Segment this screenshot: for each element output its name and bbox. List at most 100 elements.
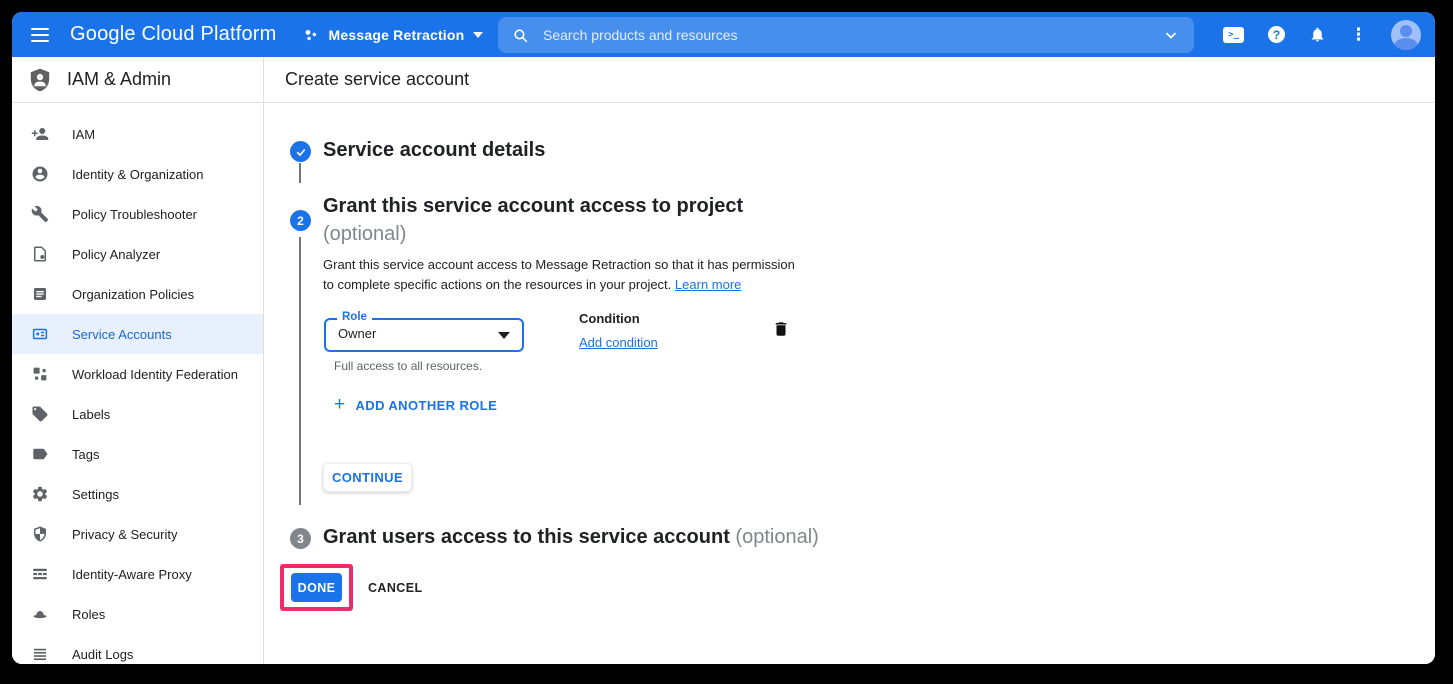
proxy-stripes-icon [31, 565, 49, 583]
condition-label: Condition [579, 311, 640, 326]
step3-title: Grant users access to this service accou… [323, 526, 819, 549]
browser-viewport: Google Cloud Platform Message Retraction [12, 12, 1435, 664]
sidebar-item-label: Identity & Organization [72, 167, 204, 182]
gcp-top-bar: Google Cloud Platform Message Retraction [12, 12, 1435, 57]
sidebar-item-tags[interactable]: Tags [12, 434, 263, 474]
sidebar-item-label: Workload Identity Federation [72, 367, 238, 382]
workload-identity-icon [31, 365, 49, 383]
step1-check-circle-icon [290, 141, 311, 162]
top-bar-actions: >_ ? ⋮ [1223, 12, 1421, 57]
service-account-icon [31, 325, 49, 343]
sidebar-nav: IAM Identity & Organization Policy Troub… [12, 103, 263, 664]
sidebar-item-roles[interactable]: Roles [12, 594, 263, 634]
page-title: Create service account [264, 57, 1435, 103]
step3-number: 3 [297, 532, 304, 546]
step2-description: Grant this service account access to Mes… [323, 255, 795, 295]
chevron-down-icon [473, 32, 483, 38]
sidebar-title: IAM & Admin [67, 69, 171, 90]
chevron-down-icon[interactable] [1162, 26, 1180, 44]
sidebar-item-label: Audit Logs [72, 647, 133, 662]
sidebar-item-service-accounts[interactable]: Service Accounts [12, 314, 263, 354]
sidebar-item-label: Policy Troubleshooter [72, 207, 197, 222]
step2-optional-label: (optional) [323, 223, 406, 246]
sidebar-item-label: Organization Policies [72, 287, 194, 302]
gcp-logo[interactable]: Google Cloud Platform [70, 23, 277, 46]
step2-number-circle: 2 [290, 210, 311, 231]
role-select[interactable]: Role Owner [324, 318, 524, 352]
search-icon [512, 27, 529, 44]
role-field-label: Role [337, 311, 372, 323]
cancel-button[interactable]: CANCEL [368, 575, 422, 601]
create-service-account-form: Service account details 2 Grant this ser… [264, 103, 1435, 664]
list-lines-icon [31, 645, 49, 663]
sidebar-item-organization-policies[interactable]: Organization Policies [12, 274, 263, 314]
person-circle-icon [31, 165, 49, 183]
plus-icon: + [334, 395, 346, 414]
sidebar-item-label: IAM [72, 127, 95, 142]
label-tag-icon [31, 405, 49, 423]
done-button[interactable]: DONE [291, 573, 342, 602]
avatar[interactable] [1391, 20, 1421, 50]
sidebar: IAM & Admin IAM Identity & Organization [12, 57, 264, 664]
project-name: Message Retraction [329, 27, 465, 43]
sidebar-item-label: Service Accounts [72, 327, 172, 342]
gear-icon [31, 485, 49, 503]
menu-icon[interactable] [28, 23, 52, 47]
help-icon[interactable]: ? [1268, 26, 1285, 43]
add-condition-link[interactable]: Add condition [579, 335, 658, 350]
wrench-icon [31, 205, 49, 223]
continue-button[interactable]: CONTINUE [323, 463, 412, 492]
description-line2: to complete specific actions on the reso… [323, 277, 671, 292]
stepper-connector [299, 163, 301, 183]
annotation-highlight-box: DONE [280, 564, 353, 611]
tag-arrow-icon [31, 445, 49, 463]
sidebar-item-audit-logs[interactable]: Audit Logs [12, 634, 263, 664]
cloud-shell-icon[interactable]: >_ [1223, 27, 1244, 43]
shield-icon [31, 525, 49, 543]
sidebar-item-labels[interactable]: Labels [12, 394, 263, 434]
step1-title[interactable]: Service account details [323, 139, 545, 162]
sidebar-item-label: Policy Analyzer [72, 247, 160, 262]
dropdown-arrow-icon [498, 332, 510, 339]
search-bar[interactable] [498, 17, 1194, 53]
document-lines-icon [31, 285, 49, 303]
learn-more-link[interactable]: Learn more [675, 277, 741, 292]
sidebar-item-label: Settings [72, 487, 119, 502]
app-body: IAM & Admin IAM Identity & Organization [12, 57, 1435, 664]
policy-analyzer-icon [31, 245, 49, 263]
iam-admin-icon [27, 67, 53, 93]
trash-icon[interactable] [772, 320, 790, 338]
step3-title-text: Grant users access to this service accou… [323, 526, 730, 548]
description-line1: Grant this service account access to Mes… [323, 257, 795, 272]
project-switcher-icon [303, 26, 320, 43]
stepper-connector [299, 237, 301, 505]
sidebar-item-privacy-security[interactable]: Privacy & Security [12, 514, 263, 554]
project-selector[interactable]: Message Retraction [303, 26, 484, 43]
sidebar-item-workload-identity-federation[interactable]: Workload Identity Federation [12, 354, 263, 394]
sidebar-item-label: Privacy & Security [72, 527, 177, 542]
role-selected-value: Owner [338, 326, 376, 341]
sidebar-header: IAM & Admin [12, 57, 263, 103]
search-input[interactable] [543, 27, 1162, 43]
step2-title: Grant this service account access to pro… [323, 195, 743, 218]
sidebar-item-iam[interactable]: IAM [12, 114, 263, 154]
step3-optional-label: (optional) [735, 526, 818, 548]
more-vertical-icon[interactable]: ⋮ [1350, 26, 1367, 43]
role-helper-text: Full access to all resources. [334, 359, 482, 373]
sidebar-item-label: Roles [72, 607, 105, 622]
sidebar-item-identity-organization[interactable]: Identity & Organization [12, 154, 263, 194]
person-add-icon [31, 125, 49, 143]
sidebar-item-identity-aware-proxy[interactable]: Identity-Aware Proxy [12, 554, 263, 594]
add-another-role-label: ADD ANOTHER ROLE [356, 398, 498, 413]
step2-number: 2 [297, 214, 304, 228]
roles-hat-icon [31, 605, 49, 623]
screenshot-frame: Google Cloud Platform Message Retraction [0, 0, 1453, 684]
add-another-role-button[interactable]: + ADD ANOTHER ROLE [334, 397, 497, 414]
sidebar-item-policy-analyzer[interactable]: Policy Analyzer [12, 234, 263, 274]
sidebar-item-label: Identity-Aware Proxy [72, 567, 192, 582]
sidebar-item-policy-troubleshooter[interactable]: Policy Troubleshooter [12, 194, 263, 234]
notifications-icon[interactable] [1309, 26, 1326, 43]
sidebar-item-label: Tags [72, 447, 99, 462]
step3-number-circle: 3 [290, 528, 311, 549]
sidebar-item-settings[interactable]: Settings [12, 474, 263, 514]
